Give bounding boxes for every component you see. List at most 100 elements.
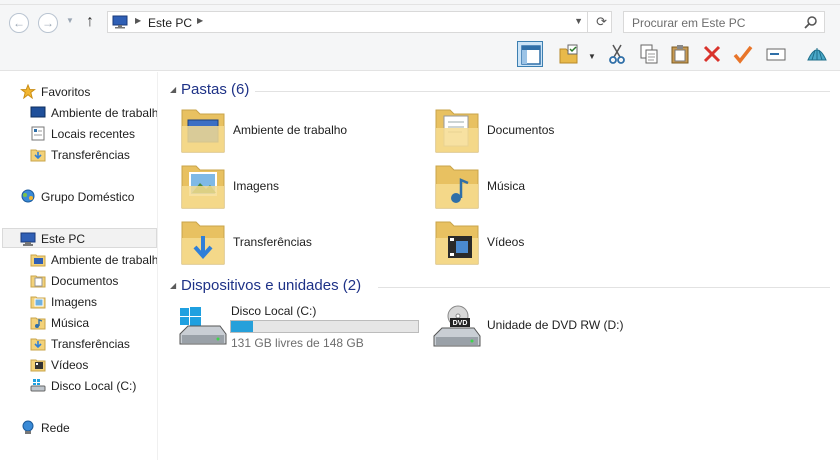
sidebar-item-label: Vídeos [51, 358, 89, 372]
group-title: Dispositivos e unidades (2) [181, 277, 362, 294]
rename-icon [766, 48, 786, 61]
sidebar-item-label: Ambiente de trabalho [51, 253, 157, 267]
address-history-dropdown-icon[interactable]: ▼ [574, 16, 583, 26]
folder-name: Documentos [487, 123, 555, 137]
folder-tile-videos[interactable]: Vídeos [432, 216, 672, 270]
dvd-drive-icon: DVD [433, 305, 481, 347]
breadcrumb-separator-icon[interactable]: ▶ [197, 16, 203, 25]
documents-folder-icon [435, 109, 479, 153]
folder-tile-documents[interactable]: Documentos [432, 104, 672, 158]
sidebar-item-homegroup[interactable]: Grupo Doméstico [0, 186, 157, 206]
sidebar-item-label: Transferências [51, 337, 130, 351]
local-disk-icon [179, 307, 227, 345]
drive-free-space: 131 GB livres de 148 GB [231, 336, 364, 350]
sidebar-item-this-pc[interactable]: Este PC [2, 228, 157, 248]
copy-button[interactable] [636, 41, 662, 67]
recent-places-icon [31, 126, 45, 141]
drive-tile-local-disk[interactable]: Disco Local (C:) 131 GB livres de 148 GB [178, 302, 440, 356]
sidebar-item-pictures[interactable]: Imagens [0, 291, 157, 311]
local-disk-icon [30, 379, 46, 392]
sidebar-item-label: Música [51, 316, 90, 330]
svg-text:DVD: DVD [453, 320, 468, 327]
devices-group-header[interactable]: ◢ Dispositivos e unidades (2) [170, 276, 830, 296]
star-icon [20, 84, 36, 99]
toolbar: ▼ [0, 37, 840, 71]
sidebar-item-label: Documentos [51, 274, 119, 288]
navigation-pane: Favoritos Ambiente de trabalho Locais re… [0, 72, 158, 460]
cut-button[interactable] [604, 41, 630, 67]
sidebar-item-label: Ambiente de trabalho [51, 106, 157, 120]
pc-icon [112, 15, 128, 29]
back-button[interactable]: ← [9, 13, 29, 33]
sidebar-item-desktop[interactable]: Ambiente de trabalho [0, 249, 157, 269]
homegroup-icon [21, 189, 35, 203]
shell-button[interactable] [803, 41, 829, 67]
search-placeholder: Procurar em Este PC [632, 16, 746, 30]
properties-button[interactable] [556, 41, 582, 67]
layout-pane-icon [521, 45, 541, 65]
search-icon[interactable] [804, 15, 818, 29]
music-folder-icon [30, 317, 46, 330]
desktop-icon [30, 106, 46, 118]
sidebar-item-label: Transferências [51, 148, 130, 162]
sidebar-item-label: Grupo Doméstico [41, 190, 135, 204]
sidebar-item-recent-places[interactable]: Locais recentes [0, 123, 157, 143]
desktop-folder-icon [181, 109, 225, 153]
folders-group-header[interactable]: ◢ Pastas (6) [170, 80, 830, 100]
rename-button[interactable] [763, 41, 789, 67]
drive-tile-dvd[interactable]: DVD Unidade de DVD RW (D:) [432, 302, 672, 356]
downloads-folder-icon [30, 338, 46, 351]
address-bar[interactable]: ▶ Este PC ▶ ▼ ⟳ [107, 11, 612, 33]
sidebar-item-label: Este PC [41, 232, 86, 246]
folder-name: Ambiente de trabalho [233, 123, 348, 137]
drive-usage-fill [231, 321, 253, 332]
sidebar-item-local-disk[interactable]: Disco Local (C:) [0, 375, 157, 395]
up-button[interactable]: ↑ [86, 13, 94, 31]
breadcrumb-location[interactable]: Este PC [148, 16, 192, 30]
folder-name: Transferências [233, 235, 312, 249]
collapse-chevron-icon[interactable]: ◢ [170, 281, 176, 290]
properties-dropdown-icon[interactable]: ▼ [588, 52, 596, 61]
group-divider [378, 287, 830, 288]
folder-tile-desktop[interactable]: Ambiente de trabalho [178, 104, 418, 158]
delete-button[interactable] [699, 41, 725, 67]
sidebar-item-documents[interactable]: Documentos [0, 270, 157, 290]
sidebar-item-label: Locais recentes [51, 127, 136, 141]
sidebar-item-network[interactable]: Rede [0, 417, 157, 437]
folder-tile-pictures[interactable]: Imagens [178, 160, 418, 214]
folder-name: Música [487, 179, 526, 193]
shell-icon [807, 48, 827, 61]
cut-icon [609, 44, 625, 64]
forward-button[interactable]: → [38, 13, 58, 33]
sidebar-item-label: Disco Local (C:) [51, 379, 137, 393]
sidebar-item-label: Rede [41, 421, 70, 435]
apply-icon [733, 45, 753, 64]
recent-locations-dropdown-icon[interactable]: ▼ [66, 16, 74, 25]
folder-tile-music[interactable]: Música [432, 160, 672, 214]
paste-button[interactable] [667, 41, 693, 67]
sidebar-item-label: Favoritos [41, 85, 91, 99]
collapse-chevron-icon[interactable]: ◢ [170, 85, 176, 94]
delete-icon [703, 45, 721, 63]
drive-usage-bar [230, 320, 419, 333]
sidebar-item-favorites[interactable]: Favoritos [0, 81, 157, 101]
sidebar-item-downloads[interactable]: Transferências [0, 333, 157, 353]
sidebar-item-videos[interactable]: Vídeos [0, 354, 157, 374]
folder-name: Imagens [233, 179, 280, 193]
breadcrumb-separator-icon[interactable]: ▶ [135, 16, 141, 25]
sidebar-item-music[interactable]: Música [0, 312, 157, 332]
music-folder-icon [435, 165, 479, 209]
content-pane: ◢ Pastas (6) Ambiente de trabalho Docume… [158, 72, 840, 460]
drive-name: Unidade de DVD RW (D:) [487, 318, 624, 332]
layout-pane-button[interactable] [517, 41, 543, 67]
pictures-folder-icon [181, 165, 225, 209]
sidebar-item-desktop[interactable]: Ambiente de trabalho [0, 102, 157, 122]
copy-icon [640, 44, 658, 64]
address-row: ← → ▼ ↑ ▶ Este PC ▶ ▼ ⟳ Procurar em Este… [0, 5, 840, 37]
sidebar-item-downloads[interactable]: Transferências [0, 144, 157, 164]
folder-tile-downloads[interactable]: Transferências [178, 216, 418, 270]
refresh-icon[interactable]: ⟳ [596, 14, 607, 30]
apply-button[interactable] [730, 41, 756, 67]
address-divider [587, 12, 588, 32]
search-input[interactable]: Procurar em Este PC [623, 11, 825, 33]
